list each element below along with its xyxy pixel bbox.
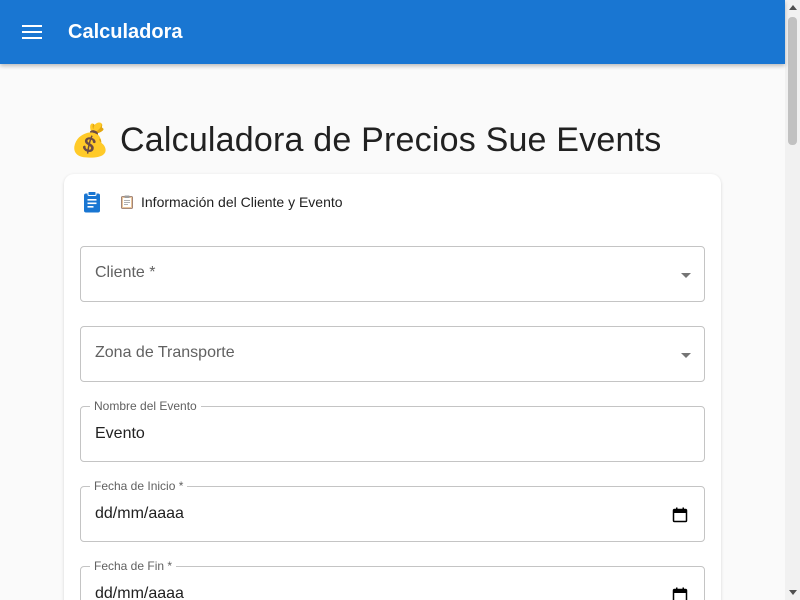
app-bar: Calculadora <box>0 0 785 64</box>
nombre-evento-value: Evento <box>95 425 145 442</box>
dropdown-arrow-icon[interactable] <box>680 349 692 361</box>
scroll-up-arrow-icon[interactable] <box>785 0 800 15</box>
calendar-icon[interactable] <box>672 507 688 523</box>
money-bag-icon: 💰 <box>70 122 110 158</box>
fecha-fin-label: Fecha de Fin * <box>90 559 177 573</box>
nombre-evento-label: Nombre del Evento <box>90 399 201 413</box>
zona-transporte-select[interactable]: Zona de Transporte <box>80 326 705 382</box>
fecha-fin-input[interactable]: Fecha de Fin * dd/mm/aaaa <box>80 559 705 600</box>
scrollbar-thumb[interactable] <box>788 17 797 145</box>
page-title: Calculadora de Precios Sue Events <box>120 121 662 159</box>
fecha-inicio-value: dd/mm/aaaa <box>95 505 184 522</box>
zona-transporte-label: Zona de Transporte <box>95 344 235 361</box>
menu-button[interactable] <box>8 8 56 56</box>
fecha-inicio-input[interactable]: Fecha de Inicio * dd/mm/aaaa <box>80 479 705 542</box>
calendar-icon[interactable] <box>672 587 688 600</box>
small-clipboard-icon <box>121 195 133 209</box>
fecha-fin-value: dd/mm/aaaa <box>95 585 184 600</box>
client-event-card: Información del Cliente y Evento Cliente… <box>64 174 721 600</box>
hamburger-menu-icon <box>22 25 42 39</box>
dropdown-arrow-icon[interactable] <box>680 269 692 281</box>
card-title: Información del Cliente y Evento <box>141 194 343 210</box>
scroll-down-arrow-icon[interactable] <box>785 585 800 600</box>
page-heading: 💰 Calculadora de Precios Sue Events <box>70 120 661 160</box>
clipboard-icon <box>84 191 100 213</box>
vertical-scrollbar[interactable] <box>785 0 800 600</box>
card-header: Información del Cliente y Evento <box>80 190 343 214</box>
fecha-inicio-label: Fecha de Inicio * <box>90 479 188 493</box>
cliente-label: Cliente * <box>95 264 156 281</box>
nombre-evento-input[interactable]: Nombre del Evento Evento <box>80 399 705 462</box>
cliente-select[interactable]: Cliente * <box>80 246 705 302</box>
app-title: Calculadora <box>68 20 183 43</box>
